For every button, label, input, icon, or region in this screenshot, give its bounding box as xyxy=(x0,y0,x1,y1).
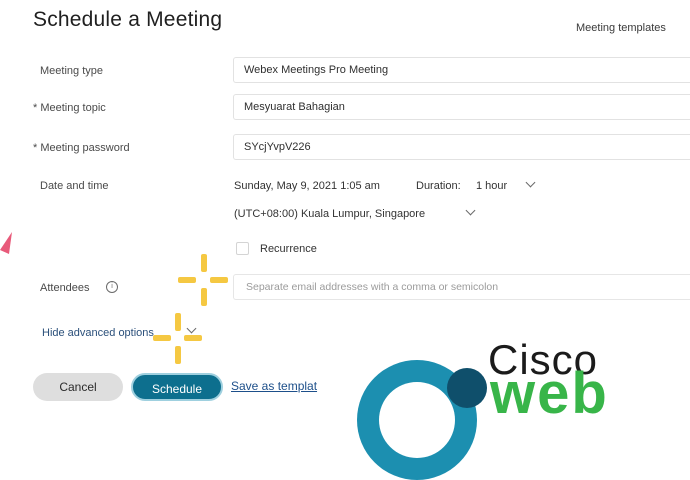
attendees-label: Attendees xyxy=(40,282,90,294)
meeting-type-select[interactable]: Webex Meetings Pro Meeting xyxy=(233,57,690,83)
timezone-chevron-down-icon[interactable] xyxy=(465,205,476,216)
date-time-label: Date and time xyxy=(40,180,109,192)
meeting-templates-link[interactable]: Meeting templates xyxy=(576,22,666,34)
meeting-topic-input[interactable]: Mesyuarat Bahagian xyxy=(233,94,690,120)
webex-logo-accent-icon xyxy=(447,368,487,408)
cancel-button[interactable]: Cancel xyxy=(33,373,123,401)
meeting-type-label: Meeting type xyxy=(40,65,103,77)
meeting-password-label: * Meeting password xyxy=(33,142,130,154)
duration-label: Duration: xyxy=(416,180,461,192)
info-icon[interactable]: i xyxy=(106,281,118,293)
sparkle-cross-icon xyxy=(153,313,202,364)
webex-logo-text: web xyxy=(490,361,609,426)
attendees-input[interactable]: Separate email addresses with a comma or… xyxy=(233,274,690,300)
save-as-template-link[interactable]: Save as templat xyxy=(231,379,335,393)
duration-value[interactable]: 1 hour xyxy=(476,180,507,192)
schedule-button[interactable]: Schedule xyxy=(131,373,223,401)
pink-arrow-icon xyxy=(0,232,12,254)
recurrence-checkbox[interactable] xyxy=(236,242,249,255)
meeting-password-input[interactable]: SYcjYvpV226 xyxy=(233,134,690,160)
duration-chevron-down-icon[interactable] xyxy=(525,177,536,188)
sparkle-cross-icon xyxy=(178,254,228,306)
timezone-select[interactable]: (UTC+08:00) Kuala Lumpur, Singapore xyxy=(234,208,425,220)
date-time-value[interactable]: Sunday, May 9, 2021 1:05 am xyxy=(234,180,380,192)
page-title: Schedule a Meeting xyxy=(33,8,223,31)
recurrence-label[interactable]: Recurrence xyxy=(260,243,317,255)
meeting-topic-label: * Meeting topic xyxy=(33,102,106,114)
hide-advanced-options-link[interactable]: Hide advanced options xyxy=(42,327,154,339)
